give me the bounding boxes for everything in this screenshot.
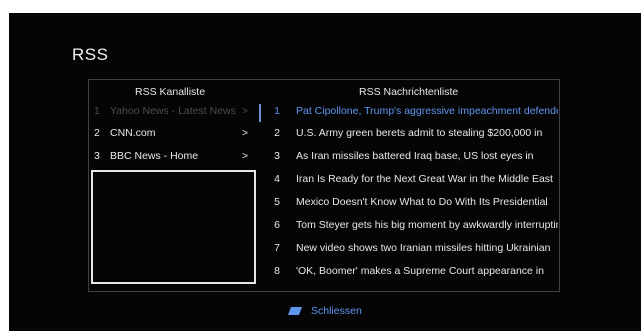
news-item[interactable]: 1 Pat Cipollone, Trump's aggressive impe… <box>272 101 558 122</box>
news-number: 2 <box>274 127 280 139</box>
channel-number: 2 <box>94 127 100 139</box>
news-headline: As Iran missiles battered Iraq base, US … <box>296 150 534 162</box>
channel-number: 1 <box>94 105 100 117</box>
chevron-right-icon: > <box>241 105 248 117</box>
news-headline: Pat Cipollone, Trump's aggressive impeac… <box>296 105 558 117</box>
news-headline: Tom Steyer gets his big moment by awkwar… <box>296 219 558 231</box>
news-number: 6 <box>274 219 280 231</box>
channel-number: 3 <box>94 150 100 162</box>
chevron-right-icon: > <box>241 150 248 162</box>
news-number: 8 <box>274 265 280 277</box>
news-list-header: RSS Nachrichtenliste <box>359 86 459 98</box>
news-item[interactable]: 6 Tom Steyer gets his big moment by awkw… <box>272 215 558 236</box>
news-number: 5 <box>274 196 280 208</box>
news-number: 4 <box>274 173 280 185</box>
channel-preview-box <box>91 170 256 284</box>
news-item[interactable]: 8 'OK, Boomer' makes a Supreme Court app… <box>272 261 558 282</box>
news-headline: U.S. Army green berets admit to stealing… <box>296 127 543 139</box>
news-number: 1 <box>274 105 280 117</box>
channel-item[interactable]: 1 Yahoo News - Latest News > <box>94 101 254 122</box>
page-title: RSS <box>72 45 109 64</box>
news-item[interactable]: 4 Iran Is Ready for the Next Great War i… <box>272 169 558 190</box>
channel-name: CNN.com <box>110 127 156 139</box>
blue-key-icon <box>288 307 302 315</box>
news-headline: New video shows two Iranian missiles hit… <box>296 242 551 254</box>
close-label: Schliessen <box>311 305 362 317</box>
news-number: 7 <box>274 242 280 254</box>
news-headline: Mexico Doesn't Know What to Do With Its … <box>296 196 548 208</box>
channel-name: Yahoo News - Latest News <box>110 105 236 117</box>
channel-name: BBC News - Home <box>110 150 199 162</box>
news-headline: 'OK, Boomer' makes a Supreme Court appea… <box>296 265 544 277</box>
news-number: 3 <box>274 150 280 162</box>
news-item[interactable]: 3 As Iran missiles battered Iraq base, U… <box>272 146 558 167</box>
focus-cursor <box>259 104 261 122</box>
channel-item[interactable]: 3 BBC News - Home > <box>94 146 254 167</box>
news-item[interactable]: 2 U.S. Army green berets admit to steali… <box>272 123 558 144</box>
news-headline: Iran Is Ready for the Next Great War in … <box>296 173 553 185</box>
channel-list-header: RSS Kanalliste <box>135 86 206 98</box>
channel-item[interactable]: 2 CNN.com > <box>94 123 254 144</box>
chevron-right-icon: > <box>241 127 248 139</box>
news-item[interactable]: 7 New video shows two Iranian missiles h… <box>272 238 558 259</box>
news-item[interactable]: 5 Mexico Doesn't Know What to Do With It… <box>272 192 558 213</box>
close-button[interactable]: Schliessen <box>288 304 362 318</box>
